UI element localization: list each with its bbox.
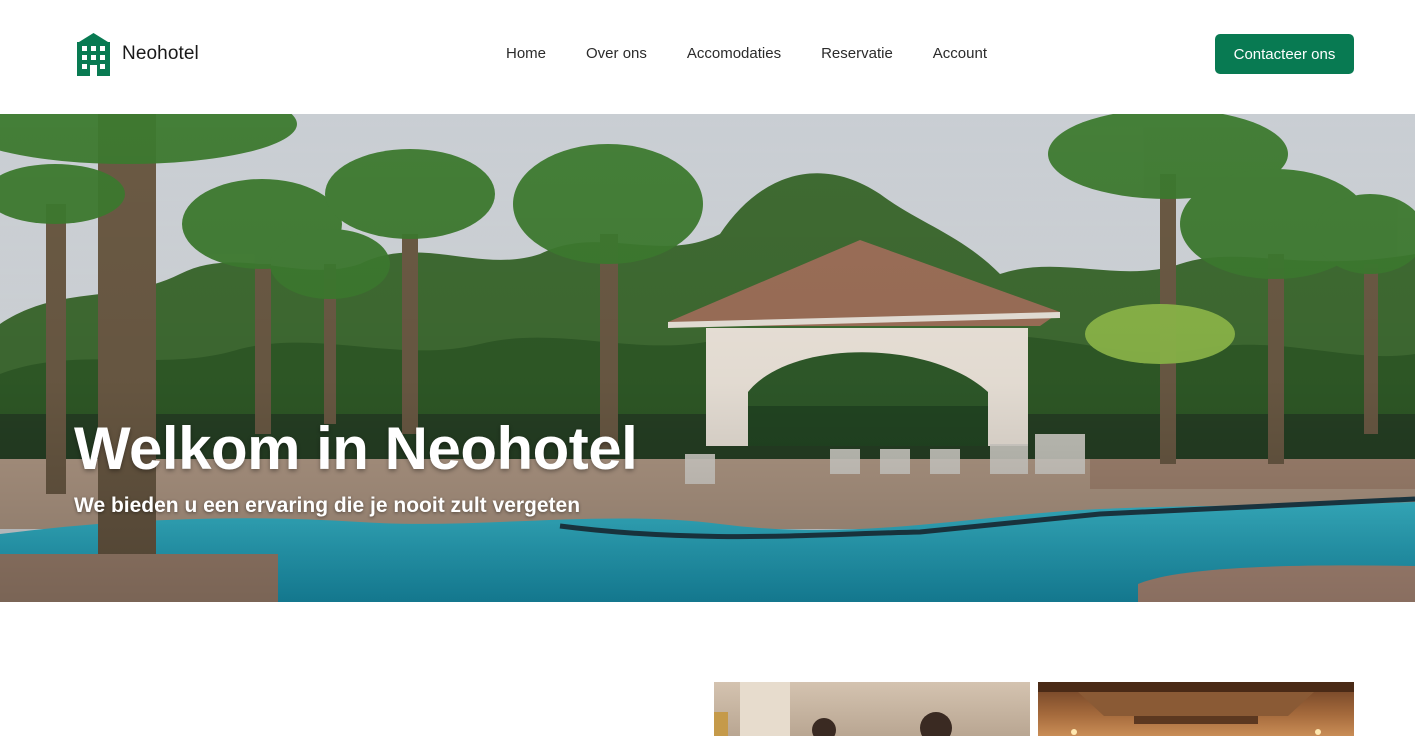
nav-account[interactable]: Account — [933, 44, 987, 64]
brand-name: Neohotel — [122, 43, 199, 64]
lobby-photo-art — [1038, 682, 1354, 735]
hotel-building-icon — [77, 33, 110, 76]
hero-title: Welkom in Neohotel — [74, 415, 638, 482]
gallery-image-reception — [714, 682, 1030, 736]
hero-image — [0, 114, 1415, 602]
main-nav: Home Over ons Accomodaties Reservatie Ac… — [506, 44, 1027, 64]
nav-over-ons[interactable]: Over ons — [586, 44, 647, 64]
nav-home[interactable]: Home — [506, 44, 546, 64]
hero-banner: Welkom in Neohotel We bieden u een ervar… — [0, 114, 1415, 602]
reception-photo-art — [714, 682, 952, 736]
brand-logo[interactable]: Neohotel — [74, 32, 199, 76]
contact-button[interactable]: Contacteer ons — [1215, 34, 1354, 74]
gallery-image-lobby — [1038, 682, 1354, 736]
hero-subtitle: We bieden u een ervaring die je nooit zu… — [74, 494, 581, 517]
nav-reservatie[interactable]: Reservatie — [821, 44, 893, 64]
nav-accomodaties[interactable]: Accomodaties — [687, 44, 781, 64]
site-header: Neohotel Home Over ons Accomodaties Rese… — [0, 0, 1415, 114]
